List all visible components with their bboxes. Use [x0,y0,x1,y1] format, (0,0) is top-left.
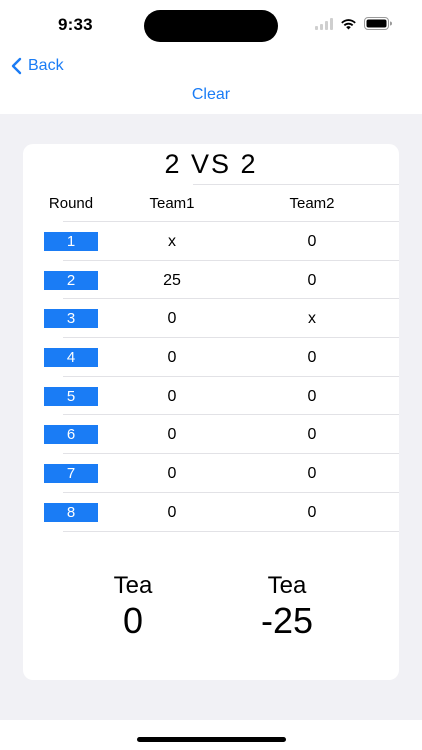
header-round: Round [48,195,94,212]
dynamic-island [144,10,278,42]
team2-score-cell[interactable]: x [262,309,362,328]
team2-score-cell[interactable]: 0 [262,271,362,290]
table-row: 5 0 0 [23,377,399,416]
header-team1: Team1 [149,195,195,212]
team2-score-cell[interactable]: 0 [262,503,362,522]
team1-score-cell[interactable]: 0 [122,387,222,406]
navigation-bar: Back Clear [0,52,422,114]
round-number-badge[interactable]: 3 [44,309,98,329]
chevron-left-icon [11,57,22,75]
match-title: 2 VS 2 [164,149,258,179]
team1-score-cell[interactable]: 0 [122,348,222,367]
team2-score-cell[interactable]: 0 [262,348,362,367]
wifi-icon [340,18,357,30]
table-row: 7 0 0 [23,454,399,493]
table-row: 1 x 0 [23,222,399,261]
round-number-badge[interactable]: 6 [44,425,98,445]
round-number-badge[interactable]: 4 [44,348,98,368]
table-row: 2 25 0 [23,261,399,300]
team1-score-cell[interactable]: 0 [122,309,222,328]
team1-score-cell[interactable]: 0 [122,425,222,444]
round-number-badge[interactable]: 8 [44,502,98,522]
clear-button[interactable]: Clear [0,86,422,104]
team2-score-cell[interactable]: 0 [262,387,362,406]
round-number-badge[interactable]: 2 [44,270,98,290]
team2-total-label: Tea [267,572,307,599]
header-team2: Team2 [289,195,335,212]
team2-total-value: -25 [260,600,314,641]
team1-total-label: Tea [113,572,153,599]
team1-score-cell[interactable]: 0 [122,464,222,483]
round-number-badge[interactable]: 7 [44,464,98,484]
back-button[interactable]: Back [10,57,64,75]
team1-score-cell[interactable]: 0 [122,503,222,522]
team2-score-cell[interactable]: 0 [262,425,362,444]
status-bar: 9:33 [0,0,422,50]
team1-total-value: 0 [122,600,144,641]
team2-score-cell[interactable]: 0 [262,464,362,483]
rounds-table: 1 x 0 2 25 0 3 0 x 4 0 0 5 0 0 6 0 0 7 0… [23,222,399,532]
table-header: Round Team1 Team2 [23,184,399,222]
home-indicator[interactable] [137,737,286,742]
battery-icon [364,17,392,30]
team2-score-cell[interactable]: 0 [262,232,362,251]
team1-score-cell[interactable]: x [122,232,222,251]
table-row: 3 0 x [23,299,399,339]
round-number-badge[interactable]: 1 [44,232,98,251]
table-row: 6 0 0 [23,415,399,455]
table-row: 8 0 0 [23,493,399,532]
round-number-badge[interactable]: 5 [44,386,98,406]
team1-score-cell[interactable]: 25 [122,271,222,290]
divider [63,530,399,532]
score-card: 2 VS 2 Round Team1 Team2 1 x 0 2 25 0 3 … [23,144,399,680]
table-row: 4 0 0 [23,338,399,377]
status-icons [315,17,392,30]
status-time: 9:33 [58,15,93,34]
cellular-signal-icon [315,17,333,30]
back-label: Back [28,57,64,74]
